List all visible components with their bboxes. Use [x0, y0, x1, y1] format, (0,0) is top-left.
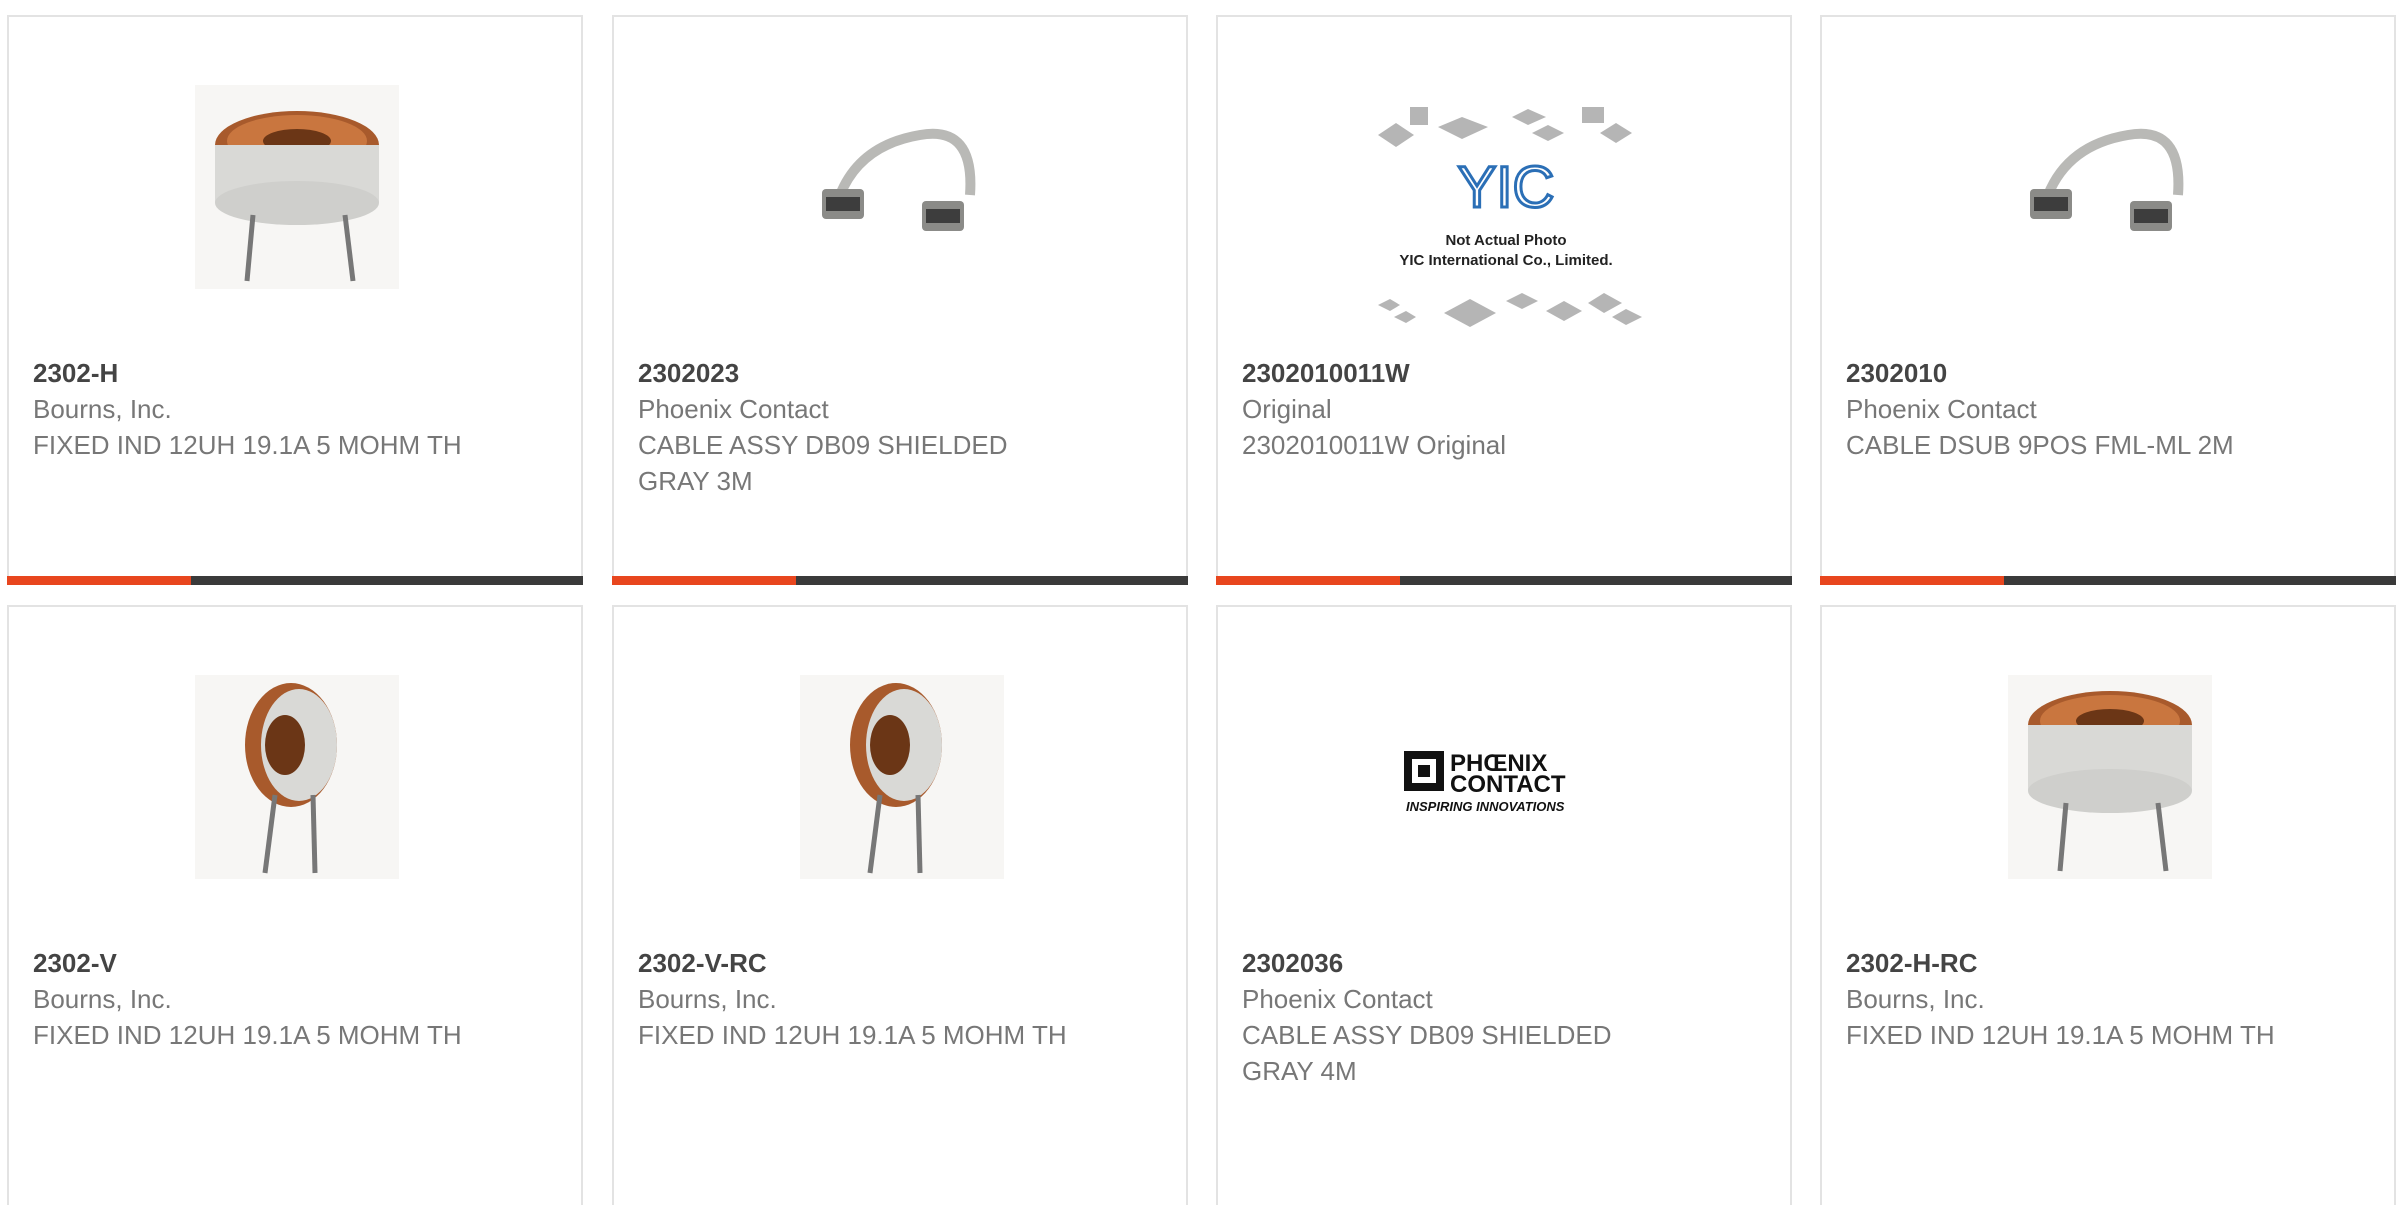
product-image[interactable] [800, 85, 1004, 289]
manufacturer: Bourns, Inc. [638, 984, 777, 1014]
logo-tagline: INSPIRING INNOVATIONS [1406, 799, 1565, 814]
product-card[interactable]: 2302-H Bourns, Inc. FIXED IND 12UH 19.1A… [7, 15, 583, 585]
toroid-inductor-horizontal-icon [2008, 675, 2212, 879]
product-card[interactable]: 2302-V Bourns, Inc. FIXED IND 12UH 19.1A… [7, 605, 583, 1205]
placeholder-caption: YIC International Co., Limited. [1399, 252, 1612, 269]
product-image[interactable] [2008, 85, 2212, 289]
toroid-inductor-vertical-icon [195, 675, 399, 879]
description: CABLE ASSY DB09 SHIELDED GRAY 3M [638, 430, 1008, 496]
part-number[interactable]: 2302036 [1242, 945, 1766, 981]
part-number[interactable]: 2302-H-RC [1846, 945, 2370, 981]
part-number[interactable]: 2302-V-RC [638, 945, 1162, 981]
phoenix-contact-logo-icon: PHŒNIX CONTACT INSPIRING INNOVATIONS [1404, 750, 1566, 814]
product-card[interactable]: PHŒNIX CONTACT INSPIRING INNOVATIONS 230… [1216, 605, 1792, 1205]
product-card[interactable]: 2302-V-RC Bourns, Inc. FIXED IND 12UH 19… [612, 605, 1188, 1205]
product-card[interactable]: 2302010 Phoenix Contact CABLE DSUB 9POS … [1820, 15, 2396, 585]
placeholder-photo-icon: YIC Not Actual Photo YIC International C… [1378, 107, 1642, 327]
placeholder-caption: Not Actual Photo [1445, 232, 1566, 249]
part-number[interactable]: 2302-H [33, 355, 557, 391]
product-image[interactable]: YIC Not Actual Photo YIC International C… [1366, 95, 1646, 351]
product-card[interactable]: 2302-H-RC Bourns, Inc. FIXED IND 12UH 19… [1820, 605, 2396, 1205]
description: FIXED IND 12UH 19.1A 5 MOHM TH [638, 1020, 1067, 1050]
manufacturer: Original [1242, 394, 1332, 424]
part-number[interactable]: 2302010011W [1242, 355, 1766, 391]
part-number[interactable]: 2302010 [1846, 355, 2370, 391]
dsub-cable-icon [822, 128, 976, 231]
logo-text: CONTACT [1450, 771, 1566, 798]
product-image[interactable] [195, 675, 399, 879]
product-card[interactable]: 2302023 Phoenix Contact CABLE ASSY DB09 … [612, 15, 1188, 585]
manufacturer: Bourns, Inc. [1846, 984, 1985, 1014]
card-accent-bar [7, 576, 583, 585]
description: FIXED IND 12UH 19.1A 5 MOHM TH [33, 430, 462, 460]
part-number[interactable]: 2302-V [33, 945, 557, 981]
part-number[interactable]: 2302023 [638, 355, 1162, 391]
toroid-inductor-horizontal-icon [195, 85, 399, 289]
dsub-cable-icon [2030, 128, 2184, 231]
toroid-inductor-vertical-icon [800, 675, 1004, 879]
product-image[interactable] [800, 675, 1004, 879]
manufacturer: Bourns, Inc. [33, 394, 172, 424]
card-accent-bar [1820, 576, 2396, 585]
product-image[interactable]: PHŒNIX CONTACT INSPIRING INNOVATIONS [1396, 675, 1616, 879]
description: CABLE DSUB 9POS FML-ML 2M [1846, 430, 2234, 460]
manufacturer: Phoenix Contact [1846, 394, 2037, 424]
placeholder-logo: YIC [1458, 155, 1555, 220]
product-image[interactable] [195, 85, 399, 289]
description: CABLE ASSY DB09 SHIELDED GRAY 4M [1242, 1020, 1612, 1086]
description: 2302010011W Original [1242, 430, 1507, 460]
card-accent-bar [612, 576, 1188, 585]
description: FIXED IND 12UH 19.1A 5 MOHM TH [1846, 1020, 2275, 1050]
product-image[interactable] [2008, 675, 2212, 879]
card-accent-bar [1216, 576, 1792, 585]
product-card[interactable]: YIC Not Actual Photo YIC International C… [1216, 15, 1792, 585]
manufacturer: Phoenix Contact [638, 394, 829, 424]
manufacturer: Bourns, Inc. [33, 984, 172, 1014]
description: FIXED IND 12UH 19.1A 5 MOHM TH [33, 1020, 462, 1050]
manufacturer: Phoenix Contact [1242, 984, 1433, 1014]
